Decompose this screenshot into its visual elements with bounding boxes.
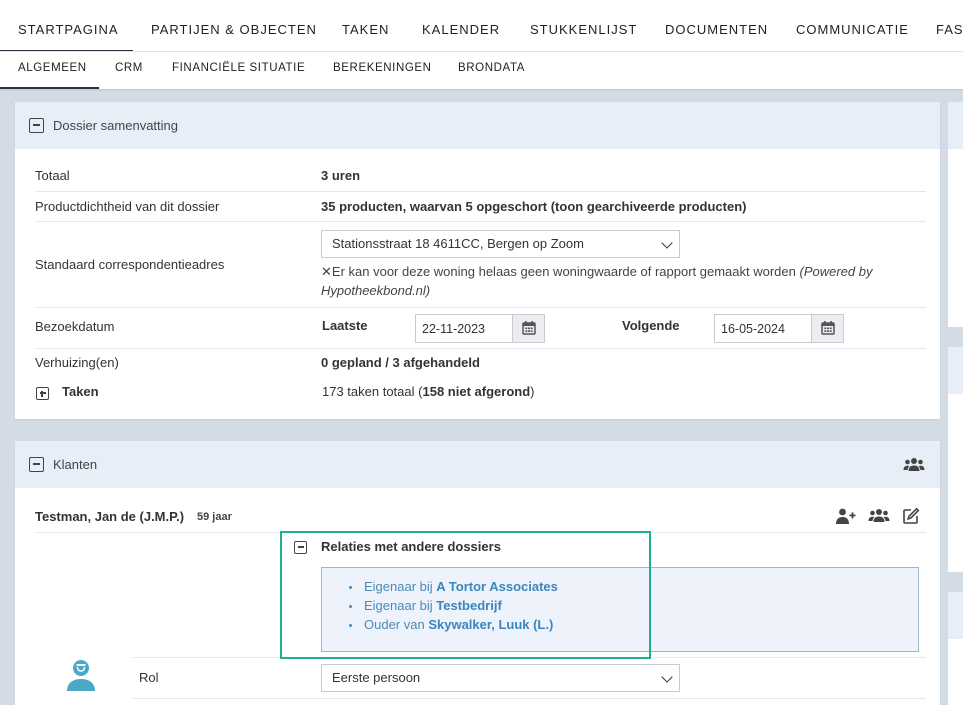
warning-cross-icon: ✕ [321, 264, 332, 279]
tab-documenten[interactable]: DOCUMENTEN [665, 0, 768, 51]
last-visit-date-value: 22-11-2023 [422, 322, 486, 336]
users-icon[interactable] [868, 507, 890, 530]
row-label: Standaard correspondentieadres [35, 257, 225, 272]
info-row: Standaard correspondentieadres Stationss… [35, 222, 926, 308]
panel-title: Dossier samenvatting [53, 118, 178, 133]
info-row: Totaal 3 uren [35, 159, 926, 192]
tasks-total: 173 taken totaal [322, 384, 415, 399]
info-rows-bottom: Verhuizing(en) 0 gepland / 3 afgehandeld… [35, 349, 926, 405]
side-panel [948, 347, 963, 572]
client-row: Testman, Jan de (J.M.P.) 59 jaar [35, 488, 926, 533]
tab-taken[interactable]: TAKEN [342, 0, 389, 51]
last-visit-date-field[interactable]: 22-11-2023 [415, 314, 545, 343]
calendar-icon [522, 321, 536, 335]
product-density-value[interactable]: 35 producten, waarvan 5 opgeschort (toon… [321, 199, 746, 214]
tab-communicatie[interactable]: COMMUNICATIE [796, 0, 909, 51]
address-select-value: Stationsstraat 18 4611CC, Bergen op Zoom [332, 236, 584, 251]
panel-title: Klanten [53, 457, 98, 472]
calendar-button[interactable] [811, 315, 843, 342]
tasks-open: 158 niet afgerond [422, 384, 531, 399]
edit-icon[interactable] [902, 507, 920, 530]
subtab-financiele-situatie[interactable]: FINANCIËLE SITUATIE [172, 52, 305, 89]
row-label: Totaal [35, 168, 70, 183]
next-visit-date-field[interactable]: 16-05-2024 [714, 314, 844, 343]
warning-text: Er kan voor deze woning helaas geen woni… [331, 264, 796, 279]
panel-header: Klanten [15, 441, 940, 488]
tasks-label[interactable]: Taken [62, 384, 99, 399]
address-warning: ✕Er kan voor deze woning helaas geen won… [321, 262, 911, 300]
address-select[interactable]: Stationsstraat 18 4611CC, Bergen op Zoom [321, 230, 680, 258]
highlight-frame [280, 531, 651, 659]
role-select[interactable]: Eerste persoon [321, 664, 680, 692]
calendar-icon [821, 321, 835, 335]
client-name[interactable]: Testman, Jan de (J.M.P.) [35, 509, 184, 524]
chevron-down-icon [661, 237, 673, 249]
tasks-summary: 173 taken totaal (158 niet afgerond) [322, 384, 535, 399]
panel-header: Dossier samenvatting [15, 102, 940, 149]
subtab-algemeen[interactable]: ALGEMEEN [0, 52, 99, 89]
total-hours-value: 3 uren [321, 168, 361, 183]
row-label: Productdichtheid van dit dossier [35, 199, 220, 214]
last-visit-label: Laatste [322, 318, 368, 333]
person-avatar-icon [66, 659, 96, 696]
next-visit-label: Volgende [622, 318, 680, 333]
role-label: Rol [139, 670, 159, 685]
subtab-brondata[interactable]: BRONDATA [458, 52, 525, 89]
collapse-icon[interactable] [29, 118, 44, 133]
next-visit-date-value: 16-05-2024 [721, 322, 785, 336]
tab-stukkenlijst[interactable]: STUKKENLIJST [530, 0, 637, 51]
add-user-icon[interactable] [835, 507, 857, 530]
tab-fasen[interactable]: FAS [936, 0, 963, 51]
moves-value: 0 gepland / 3 afgehandeld [321, 355, 480, 370]
subtab-crm[interactable]: CRM [115, 52, 143, 89]
expand-icon[interactable] [36, 387, 49, 400]
role-row: Rol Eerste persoon [133, 657, 926, 699]
main-navigation: STARTPAGINA PARTIJEN & OBJECTEN TAKEN KA… [0, 0, 963, 52]
sub-navigation: ALGEMEEN CRM FINANCIËLE SITUATIE BEREKEN… [0, 52, 963, 89]
row-label: Verhuizing(en) [35, 355, 119, 370]
dossier-summary-panel: Dossier samenvatting Totaal 3 uren Produ… [15, 102, 940, 419]
users-icon[interactable] [903, 456, 925, 479]
role-select-value: Eerste persoon [332, 670, 421, 685]
row-label: Bezoekdatum [35, 319, 115, 334]
info-row: Bezoekdatum Laatste 22-11-2023 Volgende … [35, 308, 926, 349]
chevron-down-icon [661, 671, 673, 683]
tab-kalender[interactable]: KALENDER [422, 0, 500, 51]
info-row: Productdichtheid van dit dossier 35 prod… [35, 192, 926, 222]
side-panel [948, 592, 963, 705]
calendar-button[interactable] [512, 315, 544, 342]
client-age: 59 jaar [197, 510, 232, 523]
tab-startpagina[interactable]: STARTPAGINA [0, 0, 133, 51]
side-panel [948, 102, 963, 327]
tab-partijen-objecten[interactable]: PARTIJEN & OBJECTEN [151, 0, 317, 51]
subtab-berekeningen[interactable]: BEREKENINGEN [333, 52, 432, 89]
collapse-icon[interactable] [29, 457, 44, 472]
